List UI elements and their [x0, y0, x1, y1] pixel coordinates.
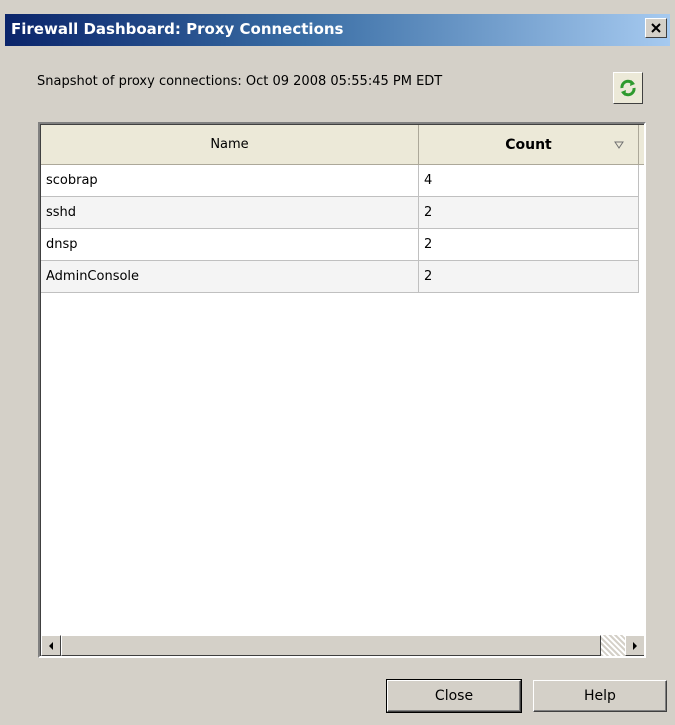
- column-header-name[interactable]: Name: [41, 125, 419, 164]
- close-icon: [651, 23, 661, 33]
- scrollbar-track[interactable]: [601, 635, 625, 656]
- table-body: scobrap 4 sshd 2 dnsp 2 AdminConsole 2: [41, 165, 639, 293]
- close-button[interactable]: Close: [386, 679, 522, 713]
- title-bar[interactable]: Firewall Dashboard: Proxy Connections: [5, 14, 670, 46]
- window-title: Firewall Dashboard: Proxy Connections: [11, 20, 344, 38]
- table-row[interactable]: scobrap 4: [41, 165, 639, 197]
- cell-name: AdminConsole: [41, 261, 419, 292]
- cell-count: 2: [419, 261, 639, 292]
- column-header-count[interactable]: Count: [419, 125, 639, 164]
- cell-count: 4: [419, 165, 639, 196]
- arrow-right-icon: [633, 641, 637, 650]
- refresh-icon: [620, 79, 636, 97]
- refresh-button[interactable]: [613, 72, 643, 104]
- table-row[interactable]: AdminConsole 2: [41, 261, 639, 293]
- cell-name: scobrap: [41, 165, 419, 196]
- cell-count: 2: [419, 229, 639, 260]
- scroll-left-button[interactable]: [41, 635, 61, 656]
- proxy-connections-dialog: Firewall Dashboard: Proxy Connections Sn…: [0, 0, 675, 725]
- table-row[interactable]: dnsp 2: [41, 229, 639, 261]
- scrollbar-thumb[interactable]: [61, 635, 601, 656]
- table-row[interactable]: sshd 2: [41, 197, 639, 229]
- help-button[interactable]: Help: [533, 680, 667, 712]
- table-header: Name Count: [41, 125, 644, 165]
- horizontal-scrollbar[interactable]: [41, 635, 644, 656]
- snapshot-label: Snapshot of proxy connections: Oct 09 20…: [37, 74, 443, 89]
- window-close-button[interactable]: [645, 18, 667, 38]
- sort-descending-icon[interactable]: [613, 139, 625, 151]
- cell-name: dnsp: [41, 229, 419, 260]
- proxy-connections-table: Name Count scobrap 4 sshd 2 dnsp 2 Admin…: [38, 122, 646, 658]
- cell-name: sshd: [41, 197, 419, 228]
- cell-count: 2: [419, 197, 639, 228]
- arrow-left-icon: [49, 641, 53, 650]
- scroll-right-button[interactable]: [625, 635, 644, 656]
